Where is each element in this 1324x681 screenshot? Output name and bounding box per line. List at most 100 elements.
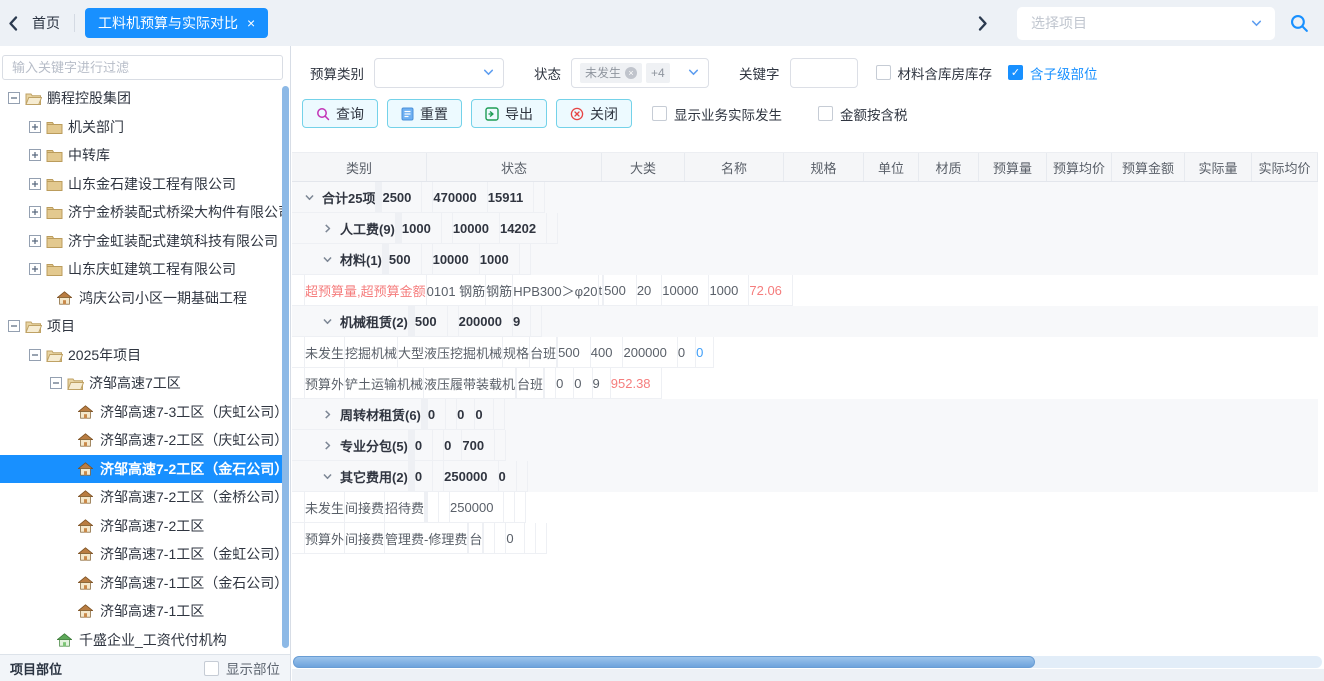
table-row[interactable]: 预算外间接费管理费-修理费台0 [292, 523, 1318, 554]
table-row[interactable]: 预算外铲土运输机械液压履带装载机台班009952.38 [292, 368, 1318, 399]
tree-expander-minus-icon[interactable] [8, 320, 20, 332]
tree-node-label: 济邹高速7-3工区（庆虹公司） [100, 402, 283, 422]
table-group-row[interactable]: 材料(1)500100001000 [292, 244, 1318, 275]
export-button[interactable]: 导出 [471, 99, 547, 128]
close-button[interactable]: 关闭 [556, 99, 632, 128]
tab-close-icon[interactable]: × [247, 16, 255, 30]
table-group-row[interactable]: 周转材租赁(6)000 [292, 399, 1318, 430]
column-header[interactable]: 预算金额 [1112, 153, 1185, 181]
keyword-input[interactable] [790, 58, 858, 88]
chevron-down-icon[interactable] [322, 471, 333, 482]
table-row[interactable]: 未发生间接费招待费250000 [292, 492, 1318, 523]
column-header[interactable]: 预算量 [979, 153, 1047, 181]
tree-expander-plus-icon[interactable] [29, 263, 41, 275]
tree-node[interactable]: 济邹高速7-1工区 [0, 597, 283, 626]
tree-node[interactable]: 济邹高速7-2工区（庆虹公司） [0, 426, 283, 455]
checkbox-checked-icon[interactable]: ✓ [1008, 65, 1023, 80]
table-group-row[interactable]: 机械租赁(2)5002000009 [292, 306, 1318, 337]
tree-node[interactable]: 山东庆虹建筑工程有限公司 [0, 255, 283, 284]
tree-node[interactable]: 济邹高速7工区 [0, 369, 283, 398]
tree-node[interactable]: 济邹高速7-1工区（金石公司） [0, 569, 283, 598]
tree-expander-minus-icon[interactable] [8, 92, 20, 104]
chevron-down-icon[interactable] [322, 254, 333, 265]
table-group-row[interactable]: 专业分包(5)00700 [292, 430, 1318, 461]
amount-tax-label: 金额按含税 [840, 104, 908, 124]
checkbox-icon[interactable] [818, 106, 833, 121]
column-header[interactable]: 材质 [919, 153, 979, 181]
query-button[interactable]: 查询 [302, 99, 378, 128]
table-group-row[interactable]: 其它费用(2)02500000 [292, 461, 1318, 492]
checkbox-icon[interactable] [204, 661, 219, 676]
sidebar-scrollbar[interactable] [282, 86, 289, 648]
column-header[interactable]: 实际量 [1185, 153, 1252, 181]
tree-node[interactable]: 鸿庆公司小区一期基础工程 [0, 284, 283, 313]
tree-node[interactable]: 济邹高速7-1工区（金虹公司） [0, 540, 283, 569]
tab-home[interactable]: 首页 [26, 13, 74, 33]
column-header[interactable]: 单位 [864, 153, 919, 181]
show-parts-checkbox[interactable]: 显示部位 [204, 658, 280, 678]
tree-node[interactable]: 机关部门 [0, 113, 283, 142]
table-group-row[interactable]: 合计25项250047000015911 [292, 182, 1318, 213]
tree-filter-input[interactable] [2, 55, 283, 80]
material-stock-checkbox[interactable]: 材料含库房库存 [876, 63, 993, 83]
tab-active[interactable]: 工料机预算与实际对比 × [85, 8, 268, 38]
cell-budget_amount: 10000 [433, 244, 480, 275]
tree-node[interactable]: 项目 [0, 312, 283, 341]
table-row[interactable]: 超预算量,超预算金额0101 钢筋钢筋HPB300＞φ20t5002010000… [292, 275, 1318, 306]
tree-expander-minus-icon[interactable] [29, 349, 41, 361]
tree-node[interactable]: 济邹高速7-2工区（金石公司） [0, 455, 283, 484]
tree-node[interactable]: 中转库 [0, 141, 283, 170]
child-parts-checkbox[interactable]: ✓ 含子级部位 [1008, 63, 1098, 83]
tree-node[interactable]: 济邹高速7-3工区（庆虹公司） [0, 398, 283, 427]
project-select[interactable]: 选择项目 [1017, 7, 1275, 40]
column-header[interactable]: 实际均价 [1252, 153, 1318, 181]
tree-expander-plus-icon[interactable] [29, 178, 41, 190]
tree-expander-plus-icon[interactable] [29, 235, 41, 247]
chevron-right-icon[interactable] [322, 223, 333, 234]
tree-expander-plus-icon[interactable] [29, 149, 41, 161]
folder-icon [46, 148, 63, 163]
tree-node[interactable]: 鹏程控股集团 [0, 84, 283, 113]
cell-budget_amount: 0 [444, 430, 462, 461]
show-actual-checkbox[interactable]: 显示业务实际发生 [652, 104, 782, 124]
sidebar-scrollbar-thumb[interactable] [282, 86, 289, 648]
amount-tax-checkbox[interactable]: 金额按含税 [818, 104, 908, 124]
column-header[interactable]: 类别 [292, 153, 427, 181]
horizontal-scrollbar[interactable] [293, 656, 1322, 668]
horizontal-scrollbar-thumb[interactable] [293, 656, 1035, 668]
column-header[interactable]: 大类 [602, 153, 685, 181]
checkbox-icon[interactable] [876, 65, 891, 80]
cell-spec: 规格 [503, 337, 530, 368]
back-chevron-icon[interactable] [0, 8, 26, 38]
column-header[interactable]: 预算均价 [1047, 153, 1112, 181]
tree-expander-minus-icon[interactable] [50, 377, 62, 389]
chevron-right-icon[interactable] [322, 440, 333, 451]
tree-node[interactable]: 千盛企业_工资代付机构 [0, 626, 283, 653]
chevron-right-icon[interactable] [322, 409, 333, 420]
table-group-row[interactable]: 人工费(9)10001000014202 [292, 213, 1318, 244]
tree-node[interactable]: 2025年项目 [0, 341, 283, 370]
tree-expander-plus-icon[interactable] [29, 206, 41, 218]
column-header[interactable]: 名称 [685, 153, 784, 181]
cell-budget_price [422, 244, 433, 275]
search-icon[interactable] [1289, 13, 1310, 34]
tree-node[interactable]: 济宁金桥装配式桥梁大构件有限公司 [0, 198, 283, 227]
chevron-down-icon[interactable] [304, 192, 315, 203]
status-select[interactable]: 未发生×+4 [571, 58, 709, 88]
table-row[interactable]: 未发生挖掘机械大型液压挖掘机械规格台班50040020000000 [292, 337, 1318, 368]
column-header[interactable]: 规格 [784, 153, 864, 181]
tag-remove-icon[interactable]: × [625, 67, 637, 79]
reset-button[interactable]: 重置 [387, 99, 462, 128]
tree-expander-plus-icon[interactable] [29, 121, 41, 133]
tree-node-label: 千盛企业_工资代付机构 [79, 630, 227, 650]
cell-actual_price[interactable]: 0 [696, 337, 714, 368]
checkbox-icon[interactable] [652, 106, 667, 121]
tree-node[interactable]: 济邹高速7-2工区 [0, 512, 283, 541]
tree-node[interactable]: 济宁金虹装配式建筑科技有限公司 [0, 227, 283, 256]
forward-chevron-icon[interactable] [969, 8, 995, 38]
tree-node[interactable]: 济邹高速7-2工区（金桥公司） [0, 483, 283, 512]
tree-node[interactable]: 山东金石建设工程有限公司 [0, 170, 283, 199]
chevron-down-icon[interactable] [322, 316, 333, 327]
column-header[interactable]: 状态 [427, 153, 602, 181]
budget-category-select[interactable] [374, 58, 504, 88]
